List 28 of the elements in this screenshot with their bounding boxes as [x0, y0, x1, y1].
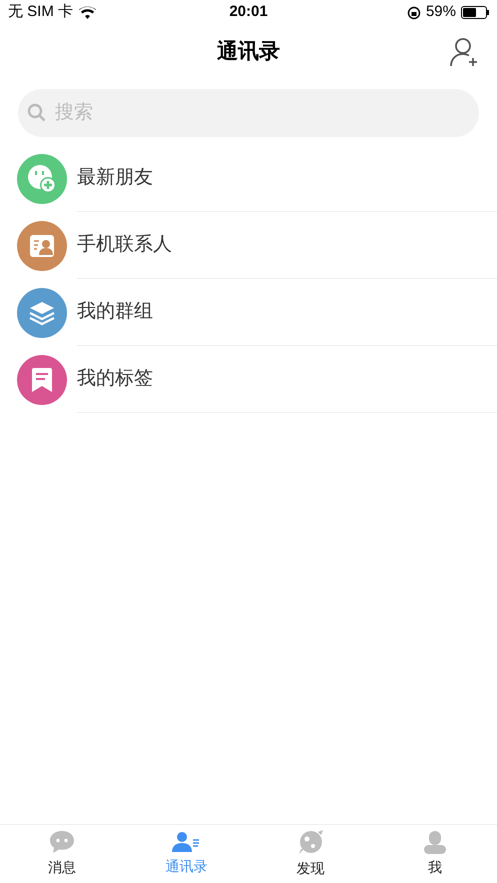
tab-bar-item[interactable]: 消息 — [0, 825, 124, 883]
item-label: 手机联系人 — [77, 232, 172, 257]
contact-menu-item[interactable]: 最新朋友 — [0, 145, 497, 212]
item-label: 我的群组 — [77, 300, 153, 324]
rotation-lock-icon — [406, 6, 421, 20]
planet-icon — [298, 829, 324, 855]
battery-icon — [461, 6, 489, 19]
layers-icon — [28, 300, 56, 326]
page-title: 通讯录 — [217, 38, 280, 65]
chat-bubble-icon — [49, 830, 76, 854]
bookmark-icon — [30, 366, 54, 392]
person-icon — [424, 830, 446, 854]
tab-bar-item[interactable]: 发现 — [248, 825, 373, 883]
wifi-icon — [79, 6, 96, 19]
contact-menu-item[interactable]: 我的群组 — [0, 279, 497, 346]
item-label: 我的标签 — [77, 366, 153, 391]
smiley-plus-icon — [27, 164, 57, 194]
person-list-icon — [172, 831, 200, 853]
battery-percent: 59% — [426, 2, 456, 22]
contact-card-icon — [29, 232, 55, 258]
tab-bar-item[interactable]: 我 — [372, 825, 497, 883]
item-label: 最新朋友 — [77, 166, 153, 190]
contact-menu-item[interactable]: 手机联系人 — [0, 212, 497, 279]
carrier-text: 无 SIM 卡 — [8, 2, 74, 22]
add-person-icon — [448, 36, 480, 68]
clock-text: 20:01 — [229, 2, 268, 22]
search-icon — [27, 103, 47, 123]
contact-menu-item[interactable]: 我的标签 — [0, 346, 497, 413]
